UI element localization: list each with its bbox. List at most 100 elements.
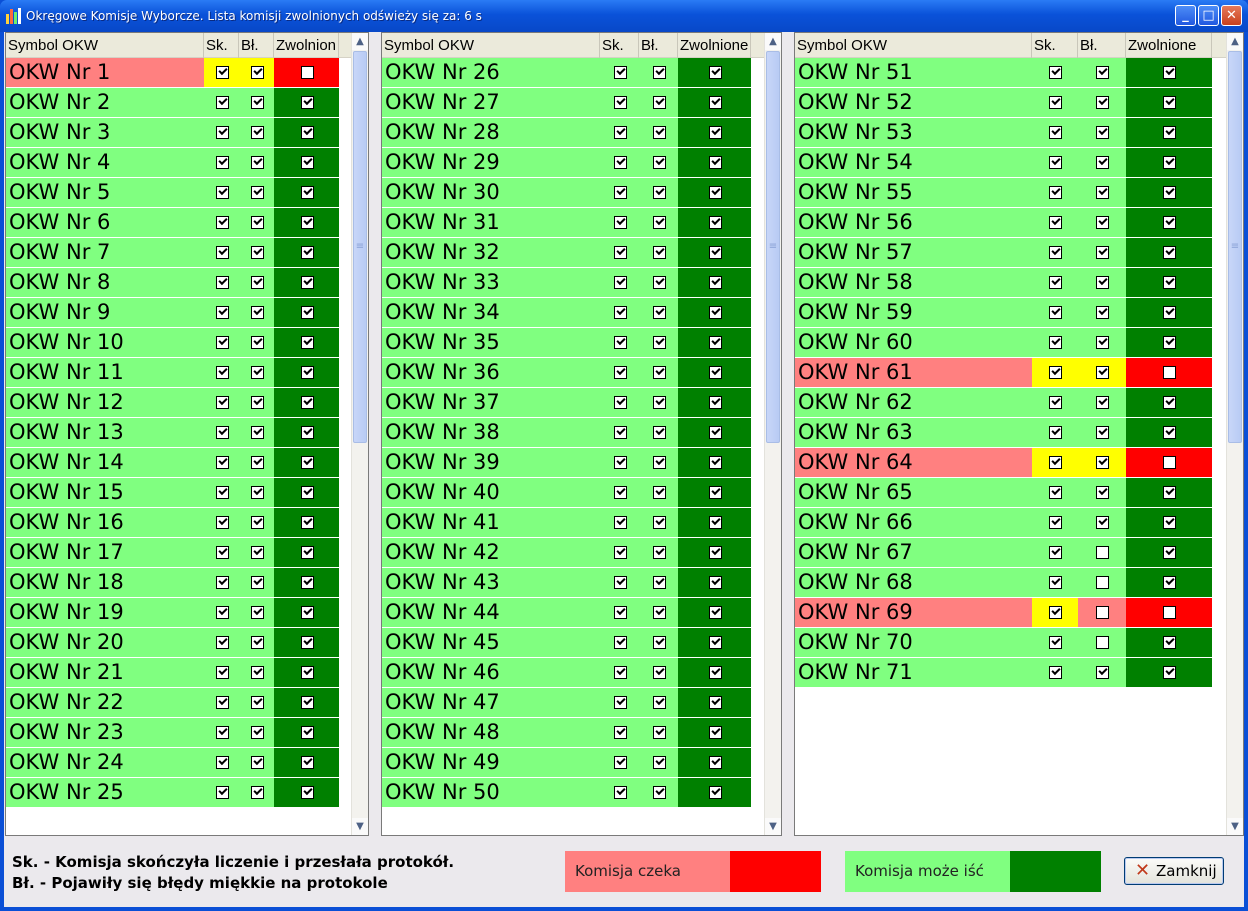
table-row[interactable]: OKW Nr 34 xyxy=(382,298,751,328)
table-row[interactable]: OKW Nr 17 xyxy=(6,538,339,568)
window-close-icon[interactable]: ✕ xyxy=(1221,5,1242,26)
table-row[interactable]: OKW Nr 31 xyxy=(382,208,751,238)
scroll-up-icon[interactable]: ▲ xyxy=(352,33,368,50)
table-row[interactable]: OKW Nr 24 xyxy=(6,748,339,778)
table-row[interactable]: OKW Nr 6 xyxy=(6,208,339,238)
table-row[interactable]: OKW Nr 43 xyxy=(382,568,751,598)
table-row[interactable]: OKW Nr 54 xyxy=(795,148,1212,178)
table-row[interactable]: OKW Nr 30 xyxy=(382,178,751,208)
scroll-up-icon[interactable]: ▲ xyxy=(765,33,781,50)
vertical-scrollbar[interactable]: ▲ ≡ ▼ xyxy=(1226,33,1243,835)
table-row[interactable]: OKW Nr 25 xyxy=(6,778,339,808)
table-row[interactable]: OKW Nr 69 xyxy=(795,598,1212,628)
table-row[interactable]: OKW Nr 51 xyxy=(795,58,1212,88)
header-zwolnione[interactable]: Zwolnion xyxy=(274,33,339,58)
table-row[interactable]: OKW Nr 68 xyxy=(795,568,1212,598)
vertical-scrollbar[interactable]: ▲ ≡ ▼ xyxy=(764,33,781,835)
okw-list-panel[interactable]: Symbol OKW Sk. Bł. Zwolnione OKW Nr 51 OKW Nr… xyxy=(794,32,1244,836)
header-bl[interactable]: Bł. xyxy=(239,33,274,58)
scroll-down-icon[interactable]: ▼ xyxy=(765,818,781,835)
table-row[interactable]: OKW Nr 65 xyxy=(795,478,1212,508)
table-row[interactable]: OKW Nr 62 xyxy=(795,388,1212,418)
table-row[interactable]: OKW Nr 47 xyxy=(382,688,751,718)
table-row[interactable]: OKW Nr 42 xyxy=(382,538,751,568)
table-row[interactable]: OKW Nr 66 xyxy=(795,508,1212,538)
header-bl[interactable]: Bł. xyxy=(639,33,678,58)
table-row[interactable]: OKW Nr 20 xyxy=(6,628,339,658)
table-row[interactable]: OKW Nr 35 xyxy=(382,328,751,358)
okw-list-panel[interactable]: Symbol OKW Sk. Bł. Zwolnione OKW Nr 26 OKW Nr… xyxy=(381,32,782,836)
header-symbol[interactable]: Symbol OKW xyxy=(382,33,600,58)
table-row[interactable]: OKW Nr 5 xyxy=(6,178,339,208)
table-row[interactable]: OKW Nr 40 xyxy=(382,478,751,508)
table-row[interactable]: OKW Nr 39 xyxy=(382,448,751,478)
table-row[interactable]: OKW Nr 55 xyxy=(795,178,1212,208)
minimize-icon[interactable]: _ xyxy=(1175,5,1196,26)
table-row[interactable]: OKW Nr 57 xyxy=(795,238,1212,268)
table-row[interactable]: OKW Nr 53 xyxy=(795,118,1212,148)
table-row[interactable]: OKW Nr 44 xyxy=(382,598,751,628)
table-row[interactable]: OKW Nr 21 xyxy=(6,658,339,688)
table-row[interactable]: OKW Nr 11 xyxy=(6,358,339,388)
table-row[interactable]: OKW Nr 4 xyxy=(6,148,339,178)
table-row[interactable]: OKW Nr 1 xyxy=(6,58,339,88)
vertical-scrollbar[interactable]: ▲ ≡ ▼ xyxy=(351,33,368,835)
table-row[interactable]: OKW Nr 18 xyxy=(6,568,339,598)
table-row[interactable]: OKW Nr 29 xyxy=(382,148,751,178)
header-symbol[interactable]: Symbol OKW xyxy=(795,33,1032,58)
scroll-thumb[interactable]: ≡ xyxy=(766,51,780,443)
table-row[interactable]: OKW Nr 32 xyxy=(382,238,751,268)
title-bar[interactable]: Okręgowe Komisje Wyborcze. Lista komisji… xyxy=(0,0,1248,32)
table-row[interactable]: OKW Nr 71 xyxy=(795,658,1212,688)
table-row[interactable]: OKW Nr 22 xyxy=(6,688,339,718)
header-symbol[interactable]: Symbol OKW xyxy=(6,33,204,58)
table-row[interactable]: OKW Nr 67 xyxy=(795,538,1212,568)
table-row[interactable]: OKW Nr 8 xyxy=(6,268,339,298)
table-row[interactable]: OKW Nr 70 xyxy=(795,628,1212,658)
table-row[interactable]: OKW Nr 45 xyxy=(382,628,751,658)
table-row[interactable]: OKW Nr 41 xyxy=(382,508,751,538)
table-row[interactable]: OKW Nr 52 xyxy=(795,88,1212,118)
maximize-icon[interactable]: □ xyxy=(1198,5,1219,26)
header-sk[interactable]: Sk. xyxy=(1032,33,1078,58)
table-row[interactable]: OKW Nr 28 xyxy=(382,118,751,148)
table-row[interactable]: OKW Nr 49 xyxy=(382,748,751,778)
scroll-thumb[interactable]: ≡ xyxy=(1228,51,1242,443)
scroll-down-icon[interactable]: ▼ xyxy=(1227,818,1243,835)
table-row[interactable]: OKW Nr 48 xyxy=(382,718,751,748)
header-bl[interactable]: Bł. xyxy=(1078,33,1126,58)
table-row[interactable]: OKW Nr 7 xyxy=(6,238,339,268)
table-row[interactable]: OKW Nr 26 xyxy=(382,58,751,88)
table-row[interactable]: OKW Nr 10 xyxy=(6,328,339,358)
table-row[interactable]: OKW Nr 36 xyxy=(382,358,751,388)
table-row[interactable]: OKW Nr 3 xyxy=(6,118,339,148)
scroll-down-icon[interactable]: ▼ xyxy=(352,818,368,835)
table-row[interactable]: OKW Nr 9 xyxy=(6,298,339,328)
table-row[interactable]: OKW Nr 56 xyxy=(795,208,1212,238)
table-row[interactable]: OKW Nr 63 xyxy=(795,418,1212,448)
close-button[interactable]: ✕ Zamknij xyxy=(1124,857,1224,885)
table-row[interactable]: OKW Nr 46 xyxy=(382,658,751,688)
table-row[interactable]: OKW Nr 27 xyxy=(382,88,751,118)
header-zwolnione[interactable]: Zwolnione xyxy=(1126,33,1212,58)
table-row[interactable]: OKW Nr 61 xyxy=(795,358,1212,388)
table-row[interactable]: OKW Nr 2 xyxy=(6,88,339,118)
header-sk[interactable]: Sk. xyxy=(600,33,639,58)
table-row[interactable]: OKW Nr 50 xyxy=(382,778,751,808)
scroll-thumb[interactable]: ≡ xyxy=(353,51,367,443)
table-row[interactable]: OKW Nr 33 xyxy=(382,268,751,298)
header-sk[interactable]: Sk. xyxy=(204,33,239,58)
table-row[interactable]: OKW Nr 15 xyxy=(6,478,339,508)
table-row[interactable]: OKW Nr 38 xyxy=(382,418,751,448)
table-row[interactable]: OKW Nr 58 xyxy=(795,268,1212,298)
table-row[interactable]: OKW Nr 13 xyxy=(6,418,339,448)
table-row[interactable]: OKW Nr 60 xyxy=(795,328,1212,358)
table-row[interactable]: OKW Nr 19 xyxy=(6,598,339,628)
table-row[interactable]: OKW Nr 37 xyxy=(382,388,751,418)
table-row[interactable]: OKW Nr 59 xyxy=(795,298,1212,328)
table-row[interactable]: OKW Nr 14 xyxy=(6,448,339,478)
scroll-up-icon[interactable]: ▲ xyxy=(1227,33,1243,50)
table-row[interactable]: OKW Nr 16 xyxy=(6,508,339,538)
header-zwolnione[interactable]: Zwolnione xyxy=(678,33,751,58)
okw-list-panel[interactable]: Symbol OKW Sk. Bł. Zwolnion OKW Nr 1 OKW Nr 2… xyxy=(5,32,369,836)
